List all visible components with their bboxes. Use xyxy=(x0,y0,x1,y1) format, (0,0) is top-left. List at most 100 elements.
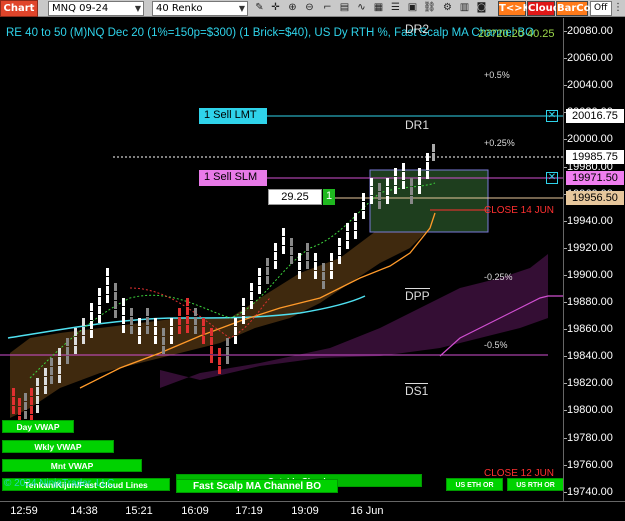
renko-brick xyxy=(162,337,165,345)
chart-plot-area[interactable]: RE 40 to 50 (M)NQ Dec 20 (1%=150p=$300) … xyxy=(0,18,563,501)
toggle-selector[interactable]: Off xyxy=(590,1,612,16)
renko-brick xyxy=(12,406,15,414)
renko-brick xyxy=(290,247,293,255)
chart-menu-button[interactable]: Chart xyxy=(0,0,38,17)
chart-canvas xyxy=(0,115,563,428)
bars-icon[interactable]: ▥ xyxy=(457,1,472,16)
renko-brick xyxy=(290,238,293,246)
chart-style-icon[interactable]: ▤ xyxy=(337,1,352,16)
renko-brick xyxy=(394,177,397,185)
renko-brick xyxy=(418,168,421,176)
renko-brick xyxy=(378,183,381,191)
renko-brick xyxy=(122,298,125,306)
renko-brick xyxy=(306,243,309,251)
us-rth-or-button[interactable]: US RTH OR xyxy=(507,478,563,491)
chart-title: RE 40 to 50 (M)NQ Dec 20 (1%=150p=$300) … xyxy=(6,27,535,39)
time-tick-label: 16:09 xyxy=(181,505,209,517)
close-sell-limit-icon[interactable]: ✕ xyxy=(546,110,558,122)
day-vwap-button[interactable]: Day VWAP xyxy=(2,420,74,433)
level-dr2: DR2 xyxy=(405,22,430,36)
sell-limit-order[interactable]: 1 Sell LMT xyxy=(199,108,267,124)
renko-brick xyxy=(58,357,61,365)
chevron-down-icon: ▼ xyxy=(238,4,245,13)
price-tick-label: 20000.00 xyxy=(567,133,613,146)
renko-brick xyxy=(394,186,397,194)
renko-brick xyxy=(314,271,317,279)
renko-brick xyxy=(250,283,253,291)
us-eth-or-button[interactable]: US ETH OR xyxy=(446,478,503,491)
close-14-jun-label: CLOSE 14 JUN xyxy=(484,205,555,216)
price-axis[interactable]: 20080.0020060.0020040.0020020.0020000.00… xyxy=(563,18,625,501)
pct-plus-05: +0.5% xyxy=(484,70,510,80)
gear-icon[interactable]: ⚙ xyxy=(440,1,455,16)
zoom-out-icon[interactable]: ⊖ xyxy=(302,1,317,16)
renko-brick xyxy=(50,376,53,384)
tk-button[interactable]: T<>K xyxy=(498,1,530,16)
cloud-button[interactable]: Cloud xyxy=(527,1,560,16)
renko-brick xyxy=(98,297,101,305)
sell-stop-order[interactable]: 1 Sell SLM xyxy=(199,170,267,186)
entry-price-tag: 19956.50 xyxy=(566,191,624,205)
renko-brick xyxy=(82,336,85,344)
fast-cloud xyxy=(10,208,435,418)
renko-brick xyxy=(354,213,357,221)
draw-tool-icon[interactable]: ✎ xyxy=(252,1,267,16)
renko-brick xyxy=(258,286,261,294)
instrument-selector[interactable]: MNQ 09-24 ▼ xyxy=(48,1,144,16)
time-axis[interactable]: 12:59 14:38 15:21 16:09 17:19 19:09 16 Jun xyxy=(0,501,625,521)
strategies-icon[interactable]: ▦ xyxy=(371,1,386,16)
properties-icon[interactable]: ☰ xyxy=(388,1,403,16)
renko-brick xyxy=(170,327,173,335)
renko-brick xyxy=(242,316,245,324)
pct-minus-05: -0.5% xyxy=(484,340,508,350)
renko-brick xyxy=(178,317,181,325)
renko-brick xyxy=(322,263,325,271)
renko-brick xyxy=(290,256,293,264)
price-tick-label: 20060.00 xyxy=(567,52,613,65)
renko-brick xyxy=(98,306,101,314)
position-quantity[interactable]: 1 xyxy=(323,189,335,205)
wkly-vwap-button[interactable]: Wkly VWAP xyxy=(2,440,114,453)
renko-brick xyxy=(314,262,317,270)
renko-brick xyxy=(218,357,221,365)
zoom-in-icon[interactable]: ⊕ xyxy=(285,1,300,16)
price-tick-label: 19760.00 xyxy=(567,458,613,471)
measure-icon[interactable]: ⌐ xyxy=(320,1,335,16)
renko-brick xyxy=(322,272,325,280)
renko-brick xyxy=(432,153,435,161)
link-icon[interactable]: ⛓ xyxy=(422,1,437,16)
renko-brick xyxy=(90,330,93,338)
renko-brick xyxy=(74,346,77,354)
camera-icon[interactable]: ◙ xyxy=(474,1,489,16)
crosshair-icon[interactable]: ✛ xyxy=(268,1,283,16)
renko-brick xyxy=(130,326,133,334)
toggle-value: Off xyxy=(594,3,608,13)
time-tick-label: 14:38 xyxy=(70,505,98,517)
mnt-vwap-button[interactable]: Mnt VWAP xyxy=(2,459,142,472)
renko-brick xyxy=(234,318,237,326)
price-tick-label: 19800.00 xyxy=(567,404,613,417)
renko-brick xyxy=(210,328,213,336)
bar-type-selector[interactable]: 40 Renko ▼ xyxy=(152,1,248,16)
position-pnl[interactable]: 29.25 xyxy=(268,189,322,205)
templates-icon[interactable]: ▣ xyxy=(405,1,420,16)
renko-brick xyxy=(24,393,27,401)
renko-brick xyxy=(138,327,141,335)
barcol-button[interactable]: BarCol xyxy=(556,1,594,16)
fast-scalp-button[interactable]: Fast Scalp MA Channel BO xyxy=(176,479,338,493)
price-tick-label: 19940.00 xyxy=(567,214,613,227)
renko-brick xyxy=(258,277,261,285)
indicators-icon[interactable]: ∿ xyxy=(354,1,369,16)
renko-brick xyxy=(370,178,373,186)
renko-brick xyxy=(122,325,125,333)
renko-brick xyxy=(186,325,189,333)
renko-brick xyxy=(234,327,237,335)
renko-brick xyxy=(98,315,101,323)
renko-brick xyxy=(50,367,53,375)
more-icon[interactable]: ⋮ xyxy=(612,1,624,16)
renko-brick xyxy=(90,303,93,311)
renko-brick xyxy=(74,328,77,336)
price-tick-label: 19920.00 xyxy=(567,241,613,254)
renko-brick xyxy=(122,307,125,315)
close-sell-stop-icon[interactable]: ✕ xyxy=(546,172,558,184)
